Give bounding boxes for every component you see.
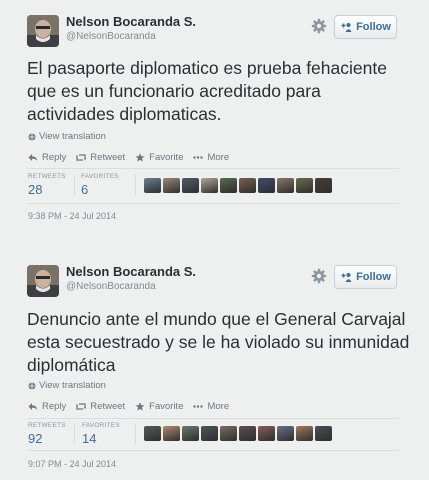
gear-icon[interactable] bbox=[311, 18, 327, 34]
divider bbox=[27, 203, 399, 204]
avatar[interactable] bbox=[27, 15, 59, 47]
retweet-button[interactable]: Retweet bbox=[76, 401, 125, 412]
tweet-text: El pasaporte diplomatico es prueba fehac… bbox=[27, 58, 387, 124]
more-button[interactable]: More bbox=[193, 401, 229, 412]
retweet-icon bbox=[76, 403, 87, 410]
retweets-label: RETWEETS bbox=[28, 422, 66, 429]
display-name[interactable]: Nelson Bocaranda S. bbox=[66, 264, 196, 279]
favoriter-avatars bbox=[144, 426, 332, 441]
more-icon bbox=[193, 156, 204, 159]
favoriter-avatar[interactable] bbox=[220, 178, 237, 193]
favoriter-avatar[interactable] bbox=[258, 426, 275, 441]
view-translation-label: View translation bbox=[39, 131, 106, 142]
follow-label: Follow bbox=[356, 21, 391, 33]
add-user-icon bbox=[341, 273, 352, 282]
favoriter-avatar[interactable] bbox=[182, 178, 199, 193]
reply-icon bbox=[28, 403, 38, 410]
favorites-value: 14 bbox=[82, 431, 97, 446]
reply-label: Reply bbox=[42, 401, 67, 412]
reply-button[interactable]: Reply bbox=[28, 401, 66, 412]
tweet-timestamp[interactable]: 9:07 PM - 24 Jul 2014 bbox=[28, 459, 116, 469]
globe-icon bbox=[28, 133, 36, 140]
favorite-button[interactable]: Favorite bbox=[135, 152, 183, 163]
divider bbox=[135, 174, 136, 196]
retweets-value: 28 bbox=[28, 182, 43, 197]
tweet-actions: Reply Retweet Favorite More bbox=[28, 401, 229, 412]
star-icon bbox=[135, 153, 145, 162]
favoriter-avatar[interactable] bbox=[239, 178, 256, 193]
favoriter-avatars bbox=[144, 178, 332, 193]
favorites-value: 6 bbox=[81, 182, 89, 197]
retweet-label: Retweet bbox=[90, 401, 126, 412]
reply-button[interactable]: Reply bbox=[28, 152, 66, 163]
follow-button[interactable]: Follow bbox=[334, 265, 397, 289]
favoriter-avatar[interactable] bbox=[277, 426, 294, 441]
favorites-label: FAVORITES bbox=[82, 422, 120, 429]
favorite-label: Favorite bbox=[149, 152, 184, 163]
favorite-count[interactable]: FAVORITES 6 bbox=[81, 173, 119, 197]
tweet-timestamp[interactable]: 9:38 PM - 24 Jul 2014 bbox=[28, 211, 116, 221]
favorite-button[interactable]: Favorite bbox=[135, 401, 183, 412]
add-user-icon bbox=[341, 23, 352, 32]
avatar[interactable] bbox=[27, 265, 59, 297]
retweets-label: RETWEETS bbox=[28, 173, 66, 180]
favoriter-avatar[interactable] bbox=[163, 178, 180, 193]
more-button[interactable]: More bbox=[193, 152, 229, 163]
reply-icon bbox=[28, 154, 38, 161]
divider bbox=[74, 423, 75, 445]
favoriter-avatar[interactable] bbox=[277, 178, 294, 193]
divider bbox=[27, 450, 399, 451]
more-icon bbox=[193, 405, 204, 408]
more-label: More bbox=[207, 152, 230, 163]
favoriter-avatar[interactable] bbox=[201, 426, 218, 441]
more-label: More bbox=[207, 401, 230, 412]
favoriter-avatar[interactable] bbox=[315, 426, 332, 441]
retweet-label: Retweet bbox=[90, 152, 126, 163]
username[interactable]: @NelsonBocaranda bbox=[66, 281, 156, 292]
tweet: Nelson Bocaranda S. @NelsonBocaranda Fol… bbox=[0, 250, 429, 480]
divider bbox=[27, 168, 399, 169]
reply-label: Reply bbox=[42, 152, 67, 163]
favoriter-avatar[interactable] bbox=[144, 178, 161, 193]
favoriter-avatar[interactable] bbox=[296, 178, 313, 193]
favoriter-avatar[interactable] bbox=[258, 178, 275, 193]
globe-icon bbox=[28, 382, 36, 389]
retweet-icon bbox=[76, 154, 87, 161]
retweet-count[interactable]: RETWEETS 92 bbox=[28, 422, 66, 446]
tweet-text: Denuncio ante el mundo que el General Ca… bbox=[27, 309, 410, 375]
follow-button[interactable]: Follow bbox=[334, 15, 397, 39]
favoriter-avatar[interactable] bbox=[315, 178, 332, 193]
view-translation-link[interactable]: View translation bbox=[28, 380, 106, 391]
favorite-count[interactable]: FAVORITES 14 bbox=[82, 422, 120, 446]
favoriter-avatar[interactable] bbox=[182, 426, 199, 441]
view-translation-label: View translation bbox=[39, 380, 106, 391]
divider bbox=[135, 423, 136, 445]
favorites-label: FAVORITES bbox=[81, 173, 119, 180]
username[interactable]: @NelsonBocaranda bbox=[66, 31, 156, 42]
favoriter-avatar[interactable] bbox=[296, 426, 313, 441]
favoriter-avatar[interactable] bbox=[201, 178, 218, 193]
tweet: Nelson Bocaranda S. @NelsonBocaranda Fol… bbox=[0, 0, 429, 236]
favoriter-avatar[interactable] bbox=[239, 426, 256, 441]
gear-icon[interactable] bbox=[311, 268, 327, 284]
tweet-actions: Reply Retweet Favorite More bbox=[28, 152, 229, 163]
retweets-value: 92 bbox=[28, 431, 43, 446]
favoriter-avatar[interactable] bbox=[144, 426, 161, 441]
retweet-button[interactable]: Retweet bbox=[76, 152, 125, 163]
display-name[interactable]: Nelson Bocaranda S. bbox=[66, 14, 196, 29]
divider bbox=[74, 174, 75, 196]
retweet-count[interactable]: RETWEETS 28 bbox=[28, 173, 66, 197]
favoriter-avatar[interactable] bbox=[163, 426, 180, 441]
follow-label: Follow bbox=[356, 271, 391, 283]
favorite-label: Favorite bbox=[149, 401, 184, 412]
view-translation-link[interactable]: View translation bbox=[28, 131, 106, 142]
favoriter-avatar[interactable] bbox=[220, 426, 237, 441]
divider bbox=[27, 418, 399, 419]
star-icon bbox=[135, 402, 145, 411]
